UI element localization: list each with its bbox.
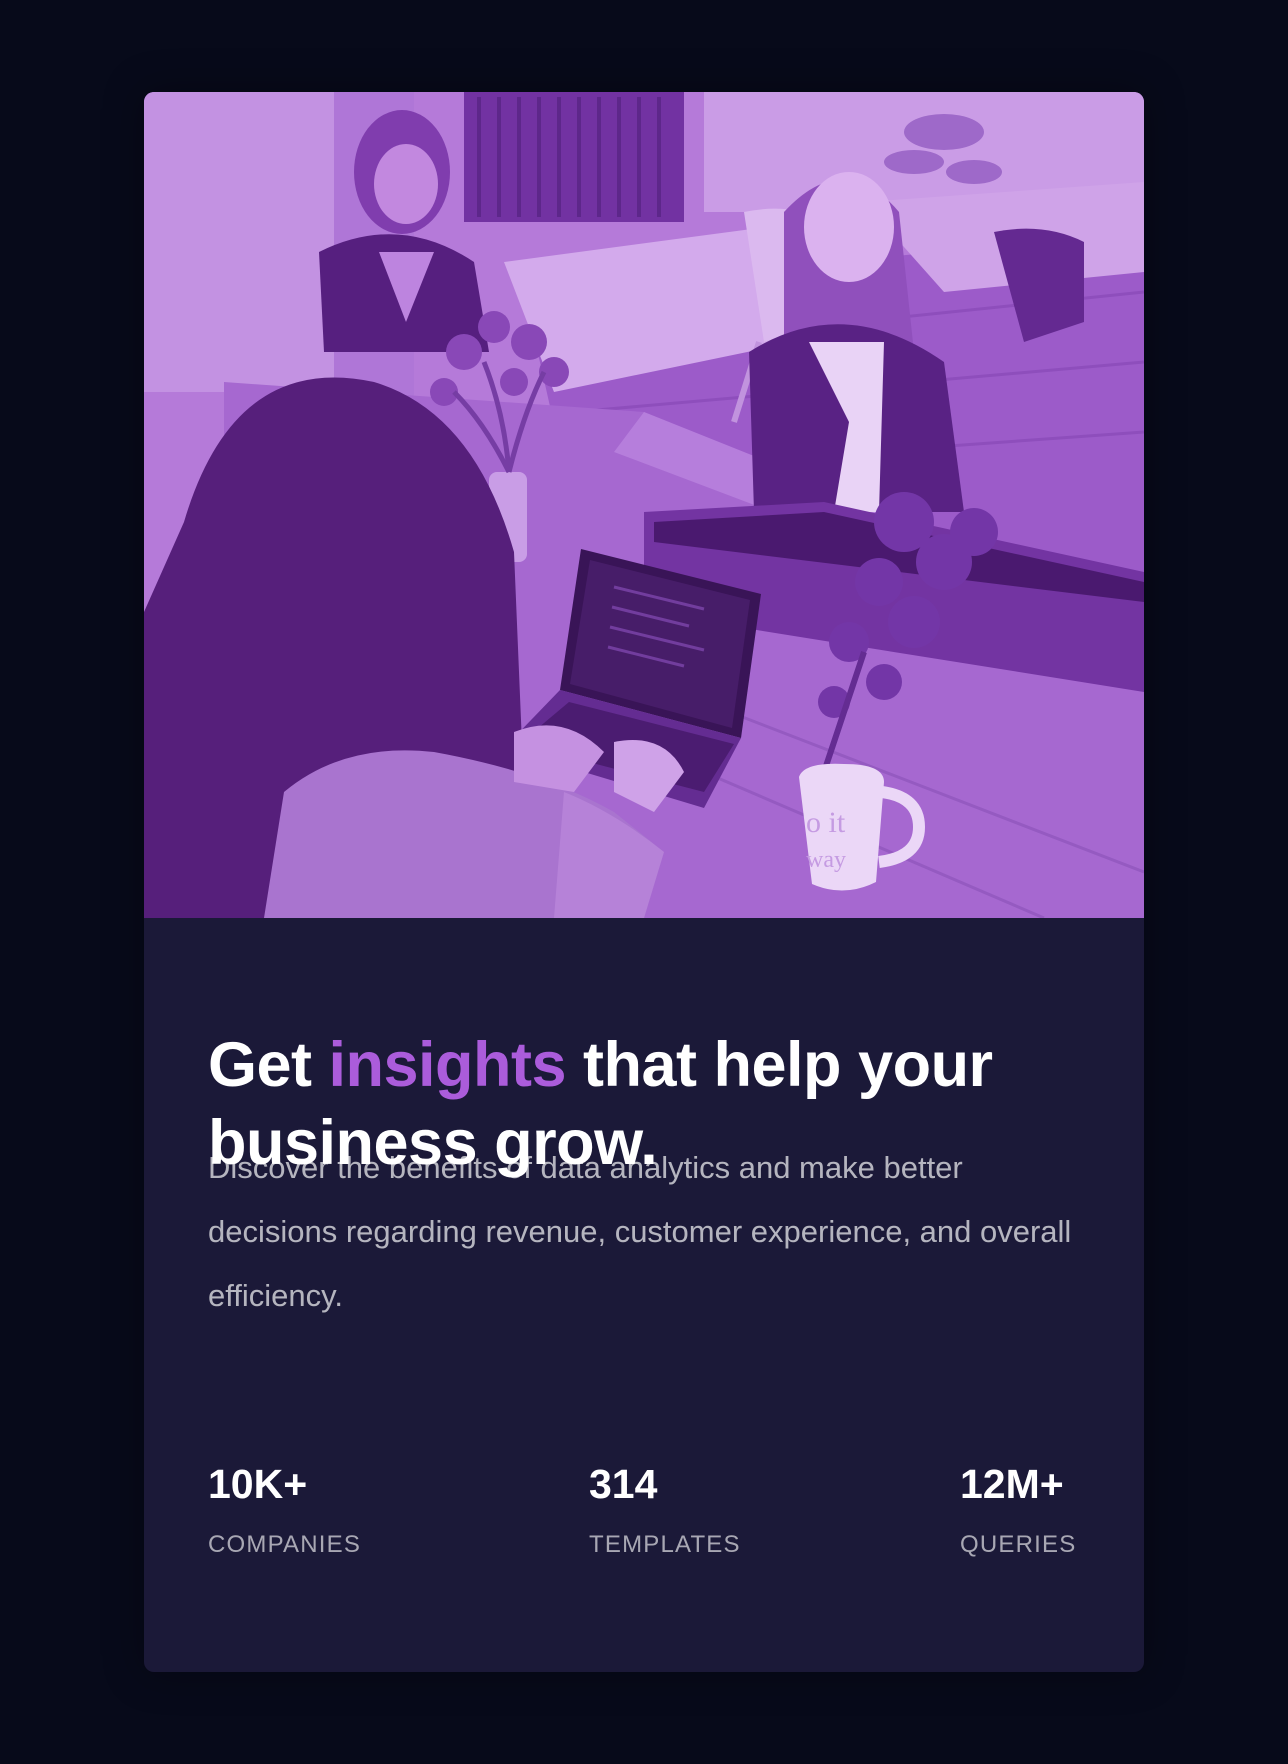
stats-row: 10K+ COMPANIES 314 TEMPLATES 12M+ QUERIE…	[208, 1460, 1088, 1580]
headline-accent-word: insights	[328, 1030, 567, 1100]
hero-image: o it way	[144, 92, 1144, 918]
stat-value: 10K+	[208, 1461, 308, 1507]
headline-prefix: Get	[208, 1030, 329, 1100]
stats-preview-card: o it way Get insights that help your bus…	[144, 92, 1144, 1672]
office-photo-illustration: o it way	[144, 92, 1144, 918]
stat-templates: 314 TEMPLATES	[589, 1460, 741, 1560]
stat-label: QUERIES	[960, 1531, 1077, 1558]
stat-value: 314	[589, 1461, 658, 1507]
description: Discover the benefits of data analytics …	[208, 1150, 1072, 1313]
stat-queries: 12M+ QUERIES	[960, 1460, 1076, 1560]
stat-companies: 10K+ COMPANIES	[208, 1460, 361, 1560]
stat-label: COMPANIES	[208, 1531, 362, 1558]
stat-value: 12M+	[960, 1461, 1064, 1507]
stat-label: TEMPLATES	[589, 1531, 741, 1558]
